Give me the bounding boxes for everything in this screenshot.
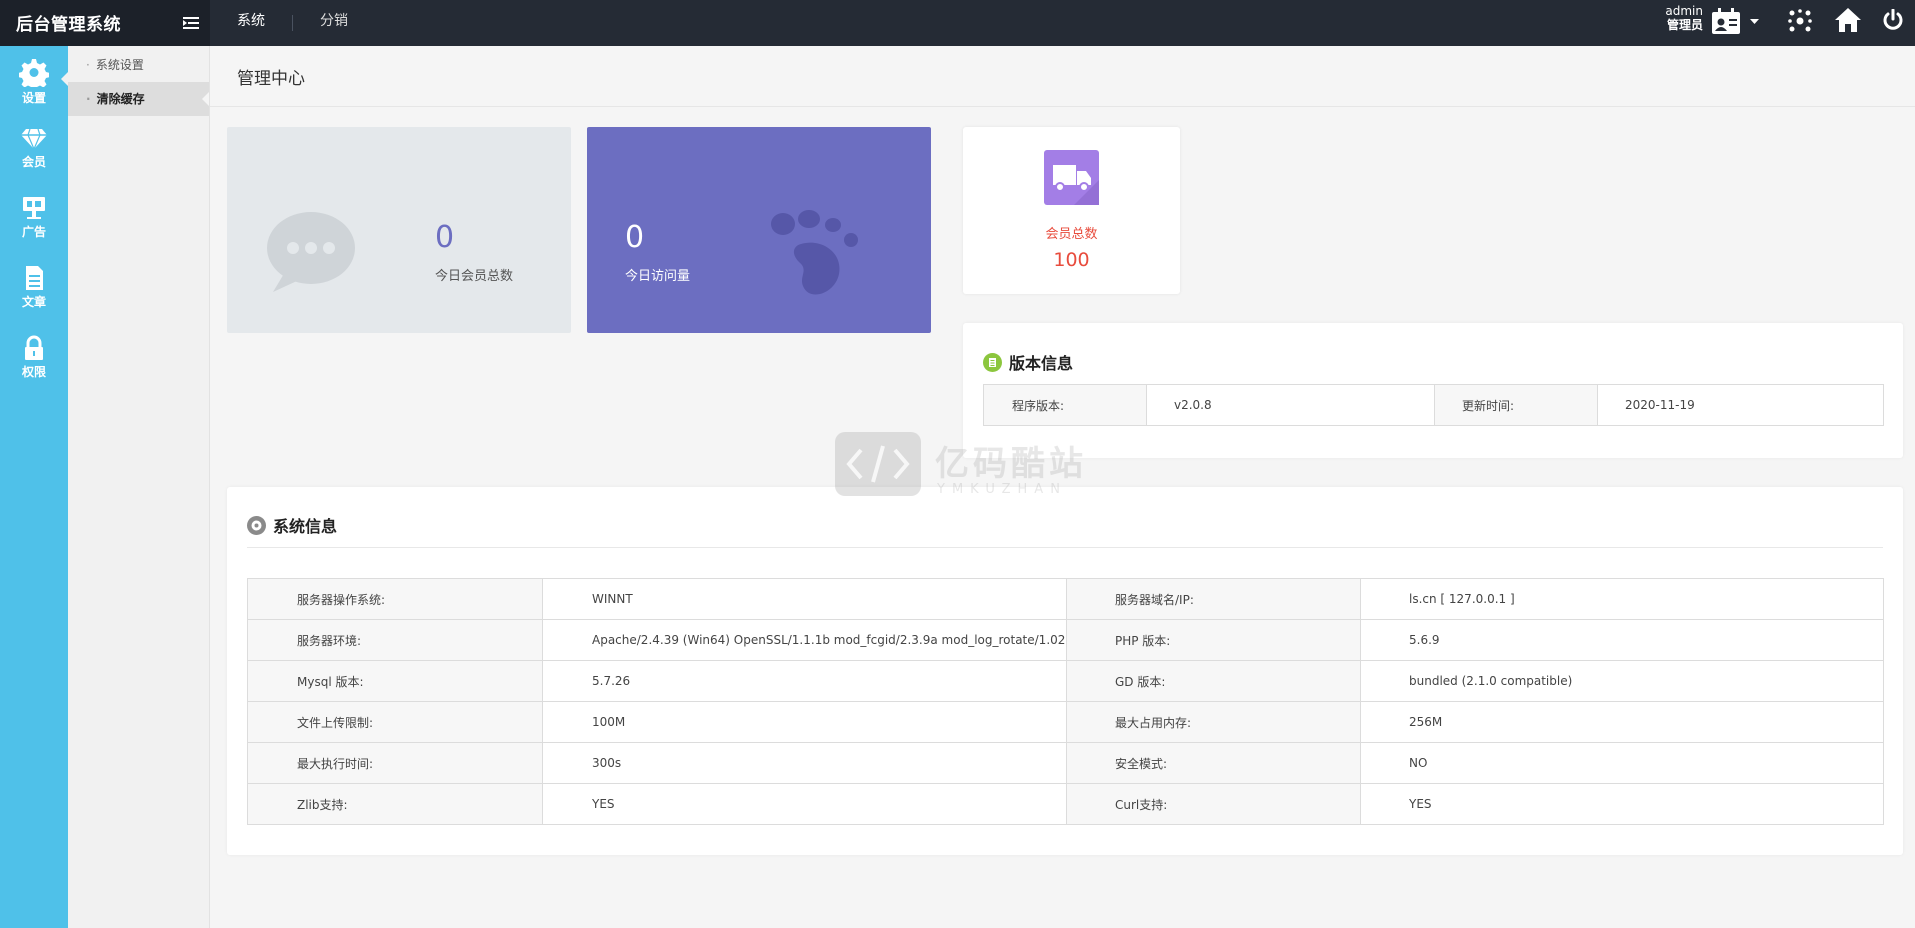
sub-nav: 系统设置 清除缓存 xyxy=(68,46,210,928)
table-cell-key: Mysql 版本: xyxy=(247,660,543,702)
ad-icon xyxy=(23,197,45,219)
rail-item-settings[interactable]: 设置 xyxy=(0,46,68,114)
stat-card-visits-today: 0 今日访问量 xyxy=(587,127,931,333)
table-cell-value: ls.cn [ 127.0.0.1 ] xyxy=(1360,578,1884,620)
power-icon[interactable] xyxy=(1882,9,1904,31)
title-divider xyxy=(210,106,1915,107)
update-time-value: 2020-11-19 xyxy=(1597,384,1884,426)
table-row: 最大执行时间: 300s 安全模式: NO xyxy=(247,742,1884,784)
table-cell-key: 最大占用内存: xyxy=(1066,701,1361,743)
truck-icon xyxy=(1044,150,1099,205)
user-info[interactable]: admin 管理员 xyxy=(1655,4,1703,32)
page-title: 管理中心 xyxy=(237,69,305,89)
subnav-item-clear-cache[interactable]: 清除缓存 xyxy=(68,82,209,116)
table-cell-key: 最大执行时间: xyxy=(247,742,543,784)
version-panel-header: 版本信息 xyxy=(983,350,1073,374)
rail-item-members[interactable]: 会员 xyxy=(0,114,68,182)
stat-value-visits-today: 0 xyxy=(625,220,645,255)
table-cell-value: 5.6.9 xyxy=(1360,619,1884,661)
system-panel-title: 系统信息 xyxy=(273,517,338,536)
network-icon[interactable] xyxy=(1788,9,1812,33)
rail-label-members: 会员 xyxy=(21,155,46,169)
rail-label-permissions: 权限 xyxy=(21,365,46,379)
table-cell-value: 300s xyxy=(542,742,1067,784)
gear-icon xyxy=(19,59,49,87)
stat-card-members-today: 0 今日会员总数 xyxy=(227,127,571,333)
lock-icon xyxy=(25,335,43,360)
table-cell-key: 安全模式: xyxy=(1066,742,1361,784)
user-name: admin xyxy=(1665,4,1703,18)
rail-label-ads: 广告 xyxy=(21,225,46,239)
stat-label-members-today: 今日会员总数 xyxy=(435,269,514,284)
table-cell-key: PHP 版本: xyxy=(1066,619,1361,661)
table-row: Zlib支持: YES Curl支持: YES xyxy=(247,783,1884,825)
rail-item-permissions[interactable]: 权限 xyxy=(0,324,68,392)
rail-label-articles: 文章 xyxy=(21,295,46,309)
table-row: 程序版本: v2.0.8 更新时间: 2020-11-19 xyxy=(983,384,1884,426)
document-icon xyxy=(26,266,43,290)
table-cell-value: 100M xyxy=(542,701,1067,743)
stat-value-members-today: 0 xyxy=(435,220,455,255)
profile-card-icon[interactable] xyxy=(1711,8,1741,36)
table-cell-value: 5.7.26 xyxy=(542,660,1067,702)
table-cell-key: 服务器操作系统: xyxy=(247,578,543,620)
table-row: 服务器操作系统: WINNT 服务器域名/IP: ls.cn [ 127.0.0… xyxy=(247,578,1884,620)
update-time-key: 更新时间: xyxy=(1434,384,1598,426)
table-cell-value: YES xyxy=(1360,783,1884,825)
menu-toggle-icon[interactable] xyxy=(183,17,199,30)
table-cell-value: bundled (2.1.0 compatible) xyxy=(1360,660,1884,702)
caret-down-icon[interactable] xyxy=(1750,19,1759,25)
diamond-icon xyxy=(21,128,47,151)
table-cell-key: 服务器域名/IP: xyxy=(1066,578,1361,620)
version-value: v2.0.8 xyxy=(1146,384,1435,426)
version-panel-title: 版本信息 xyxy=(1009,354,1074,373)
app-title: 后台管理系统 xyxy=(16,15,121,35)
member-total-value: 100 xyxy=(1053,249,1090,271)
system-panel-header: 系统信息 xyxy=(247,513,337,537)
member-total-label: 会员总数 xyxy=(1045,227,1098,242)
home-icon[interactable] xyxy=(1834,7,1862,33)
rail-label-settings: 设置 xyxy=(21,91,46,105)
top-bar: 后台管理系统 系统 分销 admin 管理员 xyxy=(0,0,1915,46)
table-cell-value: YES xyxy=(542,783,1067,825)
stat-label-visits-today: 今日访问量 xyxy=(625,269,691,284)
version-panel: 版本信息 程序版本: v2.0.8 更新时间: 2020-11-19 xyxy=(963,323,1903,458)
table-row: 文件上传限制: 100M 最大占用内存: 256M xyxy=(247,701,1884,743)
paw-print-icon xyxy=(771,210,858,295)
table-cell-key: GD 版本: xyxy=(1066,660,1361,702)
table-cell-key: 服务器环境: xyxy=(247,619,543,661)
icon-rail: 设置 会员 广告 文章 权限 xyxy=(0,46,68,928)
table-row: Mysql 版本: 5.7.26 GD 版本: bundled (2.1.0 c… xyxy=(247,660,1884,702)
chat-bubble-icon xyxy=(267,212,355,292)
version-doc-icon xyxy=(983,352,1002,372)
table-cell-key: Zlib支持: xyxy=(247,783,543,825)
member-total-card: 会员总数 100 xyxy=(963,127,1180,294)
tab-system[interactable]: 系统 xyxy=(210,0,292,46)
table-cell-key: 文件上传限制: xyxy=(247,701,543,743)
cog-icon xyxy=(247,515,266,535)
system-info-table: 服务器操作系统: WINNT 服务器域名/IP: ls.cn [ 127.0.0… xyxy=(247,578,1884,825)
tab-distribution[interactable]: 分销 xyxy=(293,0,375,46)
table-cell-value: Apache/2.4.39 (Win64) OpenSSL/1.1.1b mod… xyxy=(542,619,1067,661)
system-panel-divider xyxy=(247,547,1883,548)
table-cell-value: 256M xyxy=(1360,701,1884,743)
subnav-item-system-settings[interactable]: 系统设置 xyxy=(68,48,209,82)
brand: 后台管理系统 xyxy=(0,0,210,46)
user-role: 管理员 xyxy=(1666,18,1703,32)
rail-item-ads[interactable]: 广告 xyxy=(0,184,68,252)
table-cell-value: NO xyxy=(1360,742,1884,784)
table-cell-key: Curl支持: xyxy=(1066,783,1361,825)
table-cell-value: WINNT xyxy=(542,578,1067,620)
system-info-panel: 系统信息 服务器操作系统: WINNT 服务器域名/IP: ls.cn [ 12… xyxy=(227,487,1903,855)
rail-item-articles[interactable]: 文章 xyxy=(0,254,68,322)
table-row: 服务器环境: Apache/2.4.39 (Win64) OpenSSL/1.1… xyxy=(247,619,1884,661)
version-key: 程序版本: xyxy=(983,384,1147,426)
version-table: 程序版本: v2.0.8 更新时间: 2020-11-19 xyxy=(983,384,1884,426)
